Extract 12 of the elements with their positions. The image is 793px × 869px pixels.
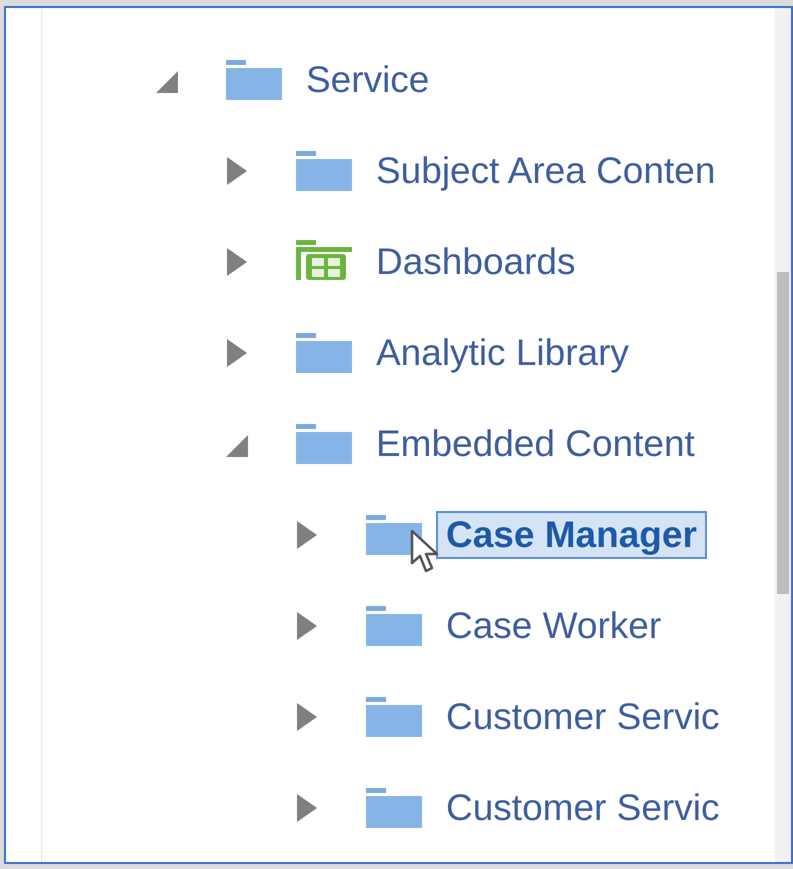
scrollbar[interactable]: [775, 8, 791, 862]
tree-item-label[interactable]: Case Worker: [446, 604, 662, 648]
tree-item-label[interactable]: Embedded Content: [376, 422, 695, 466]
tree-item-label[interactable]: Dashboards: [376, 240, 576, 284]
scrollbar-thumb[interactable]: [777, 272, 789, 594]
mouse-cursor-icon: [410, 529, 440, 575]
tree-item-label[interactable]: Service: [306, 58, 430, 102]
tree-item-label[interactable]: Customer Servic: [446, 786, 720, 830]
tree-item-label[interactable]: Case Manager: [436, 510, 707, 558]
tree-item-label[interactable]: Customer Servic: [446, 694, 720, 738]
tree-item-label[interactable]: Subject Area Conten: [376, 148, 716, 192]
tree-item-label[interactable]: Analytic Library: [376, 330, 629, 374]
